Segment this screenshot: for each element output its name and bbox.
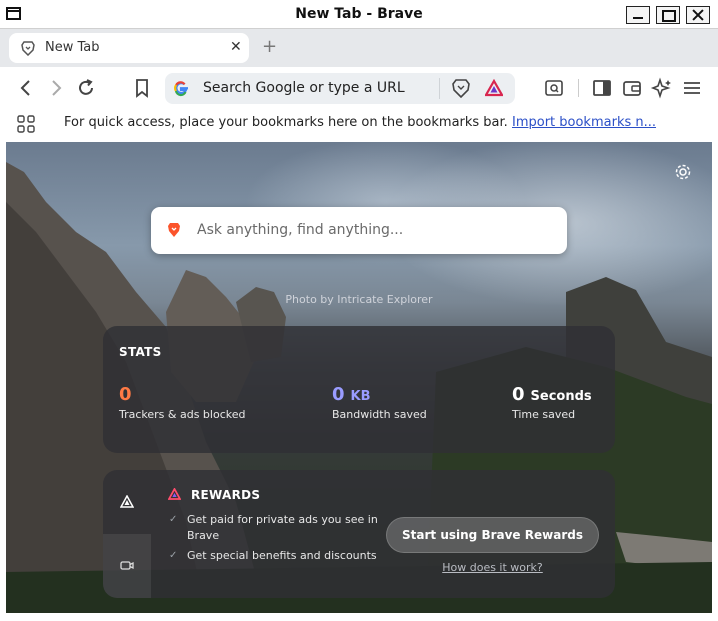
- maximize-button[interactable]: [656, 6, 680, 24]
- brave-shields-icon[interactable]: [452, 79, 470, 98]
- trackers-value: 0: [119, 384, 132, 405]
- bandwidth-value: 0: [332, 384, 345, 405]
- tab-close-icon[interactable]: ✕: [230, 39, 242, 55]
- trackers-stat: 0 Trackers & ads blocked: [119, 384, 245, 421]
- video-camera-icon: [120, 561, 134, 570]
- bat-logo-icon: [168, 488, 181, 500]
- bookmark-icon[interactable]: [130, 76, 154, 100]
- trackers-caption: Trackers & ads blocked: [119, 408, 246, 421]
- brave-lion-icon: [21, 41, 35, 56]
- time-value: 0: [512, 384, 525, 405]
- window-titlebar: New Tab - Brave: [0, 0, 718, 29]
- reload-icon[interactable]: [74, 76, 98, 100]
- check-icon: ✓: [169, 550, 178, 561]
- rail-rewards-tab[interactable]: [103, 470, 151, 534]
- rewards-triangle-icon: [120, 495, 134, 508]
- rewards-benefit-text: Get special benefits and discounts: [187, 549, 377, 562]
- customize-settings-gear-icon[interactable]: [674, 163, 692, 181]
- forward-arrow-icon[interactable]: [44, 76, 68, 100]
- how-does-it-work-link[interactable]: How does it work?: [386, 561, 599, 574]
- address-bar[interactable]: Search Google or type a URL: [165, 73, 515, 104]
- tab-label: New Tab: [45, 40, 100, 55]
- apps-grid-icon[interactable]: [17, 115, 35, 133]
- stats-heading: STATS: [119, 345, 162, 359]
- address-bar-placeholder: Search Google or type a URL: [203, 80, 405, 96]
- address-bar-divider: [439, 78, 440, 99]
- new-tab-page: Ask anything, find anything... Photo by …: [6, 142, 712, 613]
- check-icon: ✓: [169, 514, 178, 525]
- leo-ai-icon[interactable]: [650, 76, 674, 100]
- brave-rewards-icon[interactable]: [485, 79, 503, 97]
- tab-strip: New Tab ✕ +: [0, 29, 718, 67]
- rewards-heading: REWARDS: [191, 488, 261, 502]
- import-bookmarks-link[interactable]: Import bookmarks n...: [512, 115, 656, 130]
- window-title: New Tab - Brave: [295, 6, 423, 22]
- bandwidth-caption: Bandwidth saved: [332, 408, 427, 421]
- bandwidth-stat: 0 KB Bandwidth saved: [332, 384, 427, 421]
- toolbar-divider: [578, 79, 579, 97]
- widget-rail: [103, 470, 151, 598]
- bookmarks-bar-message: For quick access, place your bookmarks h…: [64, 115, 508, 130]
- rewards-benefit-text: Get paid for private ads you see in Brav…: [187, 513, 378, 542]
- start-rewards-button[interactable]: Start using Brave Rewards: [386, 517, 599, 553]
- tab-search-icon[interactable]: [542, 76, 566, 100]
- wallet-icon[interactable]: [620, 76, 644, 100]
- rail-talk-tab[interactable]: [103, 534, 151, 598]
- rewards-benefit: ✓ Get paid for private ads you see in Br…: [169, 512, 379, 544]
- browser-toolbar: Search Google or type a URL: [0, 67, 718, 109]
- photo-credit[interactable]: Photo by Intricate Explorer: [6, 293, 712, 306]
- sidebar-icon[interactable]: [590, 76, 614, 100]
- close-window-button[interactable]: [686, 6, 710, 24]
- back-arrow-icon[interactable]: [14, 76, 38, 100]
- ntp-search-box[interactable]: Ask anything, find anything...: [151, 207, 567, 254]
- time-caption: Time saved: [512, 408, 576, 421]
- minimize-button[interactable]: [626, 6, 650, 24]
- rewards-benefit: ✓ Get special benefits and discounts: [169, 548, 379, 564]
- menu-icon[interactable]: [680, 76, 704, 100]
- time-stat: 0 Seconds Time saved: [512, 384, 592, 421]
- time-unit: Seconds: [530, 389, 592, 404]
- bandwidth-unit: KB: [350, 389, 371, 404]
- bookmarks-bar: For quick access, place your bookmarks h…: [0, 109, 718, 142]
- new-tab-plus-icon[interactable]: +: [262, 36, 277, 57]
- brave-search-lion-icon: [168, 223, 180, 237]
- rewards-widget: REWARDS ✓ Get paid for private ads you s…: [103, 470, 615, 598]
- ntp-search-placeholder: Ask anything, find anything...: [197, 222, 404, 238]
- tab-new-tab[interactable]: New Tab ✕: [9, 33, 249, 63]
- stats-widget: STATS 0 Trackers & ads blocked 0 KB Bandw…: [103, 326, 615, 453]
- google-icon: [174, 81, 188, 97]
